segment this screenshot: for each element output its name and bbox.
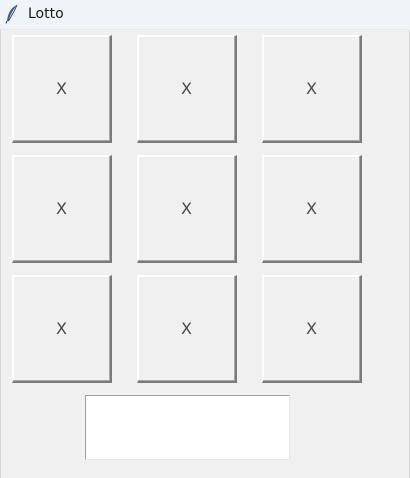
window-title: Lotto <box>28 6 64 22</box>
title-bar: Lotto <box>0 0 410 30</box>
entry-field[interactable] <box>85 395 290 460</box>
grid-button-6[interactable]: X <box>262 155 362 263</box>
grid-button-9[interactable]: X <box>262 275 362 383</box>
grid-button-7[interactable]: X <box>12 275 112 383</box>
grid-button-4[interactable]: X <box>12 155 112 263</box>
grid-button-1[interactable]: X <box>12 35 112 143</box>
grid-button-8[interactable]: X <box>137 275 237 383</box>
grid-button-3[interactable]: X <box>262 35 362 143</box>
feather-icon <box>5 4 19 24</box>
grid-button-2[interactable]: X <box>137 35 237 143</box>
grid-button-5[interactable]: X <box>137 155 237 263</box>
